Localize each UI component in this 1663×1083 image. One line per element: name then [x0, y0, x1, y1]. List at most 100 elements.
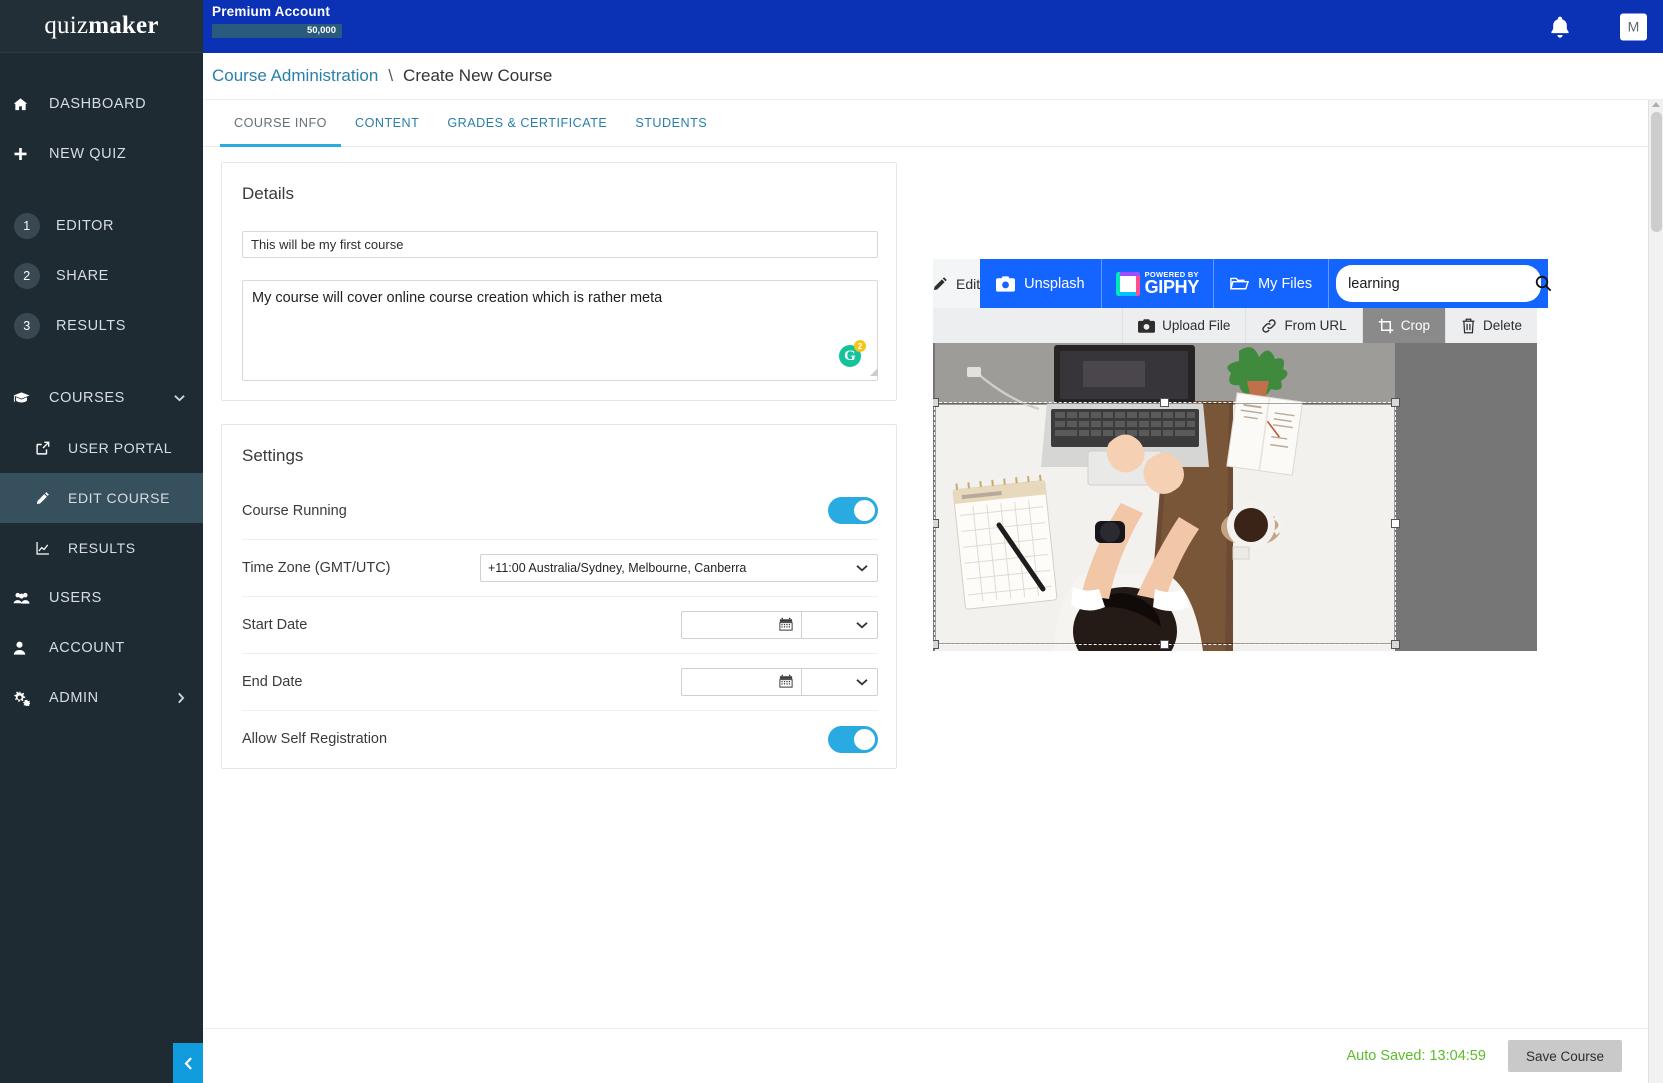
app-root: quizmaker DASHBOARD NEW QUIZ 1 EDITOR — [0, 0, 1663, 1083]
course-name-input[interactable] — [242, 231, 878, 258]
avatar[interactable]: M — [1620, 13, 1647, 40]
sidebar-item-user-portal[interactable]: USER PORTAL — [0, 423, 203, 473]
notifications-bell-icon[interactable] — [1547, 14, 1573, 40]
main-content: Course Administration \ Create New Cours… — [203, 53, 1663, 1083]
setting-row-end-date: End Date — [242, 653, 878, 710]
sidebar-item-admin[interactable]: ADMIN — [0, 673, 203, 723]
course-description-textarea[interactable] — [242, 280, 878, 381]
sidebar-item-label: ADMIN — [49, 690, 99, 706]
crop-label: Crop — [1401, 318, 1430, 333]
premium-account-label: Premium Account — [212, 4, 342, 19]
save-course-button[interactable]: Save Course — [1508, 1040, 1622, 1072]
sidebar-item-edit-course[interactable]: EDIT COURSE — [0, 473, 203, 523]
tab-label: CONTENT — [355, 116, 419, 130]
scrollbar-thumb[interactable] — [1651, 112, 1662, 232]
crop-handle-top-middle[interactable] — [1160, 398, 1169, 407]
brand-text: quizmaker — [44, 12, 158, 40]
edit-tab-button[interactable]: Edit — [933, 259, 980, 308]
sidebar-item-editor[interactable]: 1 EDITOR — [0, 201, 203, 251]
sidebar-item-new-quiz[interactable]: NEW QUIZ — [0, 129, 203, 179]
step-number-badge: 3 — [14, 313, 40, 339]
crop-handle-bottom-right[interactable] — [1391, 640, 1400, 649]
setting-label: Allow Self Registration — [242, 731, 387, 747]
giphy-label: GIPHY — [1145, 278, 1200, 296]
premium-account-widget[interactable]: Premium Account 50,000 — [212, 4, 342, 38]
crop-handle-bottom-left[interactable] — [933, 640, 939, 649]
sidebar-item-courses[interactable]: COURSES — [0, 373, 203, 423]
sidebar-item-label: DASHBOARD — [49, 96, 146, 112]
image-source-tabs: Unsplash POWERED BY GIPHY — [980, 259, 1548, 308]
step-number-badge: 2 — [14, 263, 40, 289]
scroll-up-arrow-icon[interactable] — [1652, 102, 1660, 107]
crop-handle-top-left[interactable] — [933, 398, 939, 407]
allow-self-registration-toggle[interactable] — [828, 726, 878, 753]
start-time-select[interactable] — [801, 611, 878, 639]
auto-saved-status: Auto Saved: 13:04:59 — [1346, 1048, 1485, 1064]
crop-handle-middle-left[interactable] — [933, 519, 939, 528]
setting-row-start-date: Start Date — [242, 596, 878, 653]
sidebar-item-users[interactable]: USERS — [0, 573, 203, 623]
breadcrumb-root-link[interactable]: Course Administration — [212, 66, 378, 86]
image-search-box[interactable] — [1336, 265, 1541, 302]
grammarly-icon[interactable]: G 2 — [839, 345, 861, 367]
external-link-icon — [36, 441, 62, 455]
graduation-cap-icon — [13, 391, 43, 405]
user-icon — [13, 641, 43, 655]
page-scrollbar[interactable] — [1648, 100, 1663, 1083]
end-time-select[interactable] — [801, 668, 878, 696]
sidebar: quizmaker DASHBOARD NEW QUIZ 1 EDITOR — [0, 0, 203, 1083]
my-files-tab-label: My Files — [1258, 276, 1312, 292]
crop-handle-top-right[interactable] — [1391, 398, 1400, 407]
tab-content[interactable]: CONTENT — [341, 100, 433, 146]
sidebar-item-label: EDIT COURSE — [68, 490, 170, 506]
step-number-badge: 1 — [14, 213, 40, 239]
image-search-input[interactable] — [1348, 276, 1535, 292]
link-icon — [1261, 318, 1277, 334]
giphy-logo-icon — [1116, 272, 1140, 296]
tab-course-info[interactable]: COURSE INFO — [220, 100, 341, 146]
sidebar-item-label: COURSES — [49, 390, 125, 406]
search-icon[interactable] — [1535, 275, 1552, 292]
details-title: Details — [222, 163, 896, 204]
time-zone-select[interactable]: +11:00 Australia/Sydney, Melbourne, Canb… — [480, 554, 878, 582]
from-url-button[interactable]: From URL — [1245, 308, 1361, 343]
course-running-toggle[interactable] — [828, 497, 878, 524]
nav-spacer — [0, 179, 203, 201]
camera-icon — [1138, 319, 1155, 333]
sidebar-item-label: USERS — [49, 590, 102, 606]
textarea-resize-handle[interactable] — [870, 368, 878, 376]
sidebar-item-share[interactable]: 2 SHARE — [0, 251, 203, 301]
start-date-input[interactable] — [681, 611, 801, 639]
breadcrumb-current: Create New Course — [403, 66, 552, 86]
crop-selection[interactable] — [935, 403, 1395, 644]
sidebar-item-dashboard[interactable]: DASHBOARD — [0, 79, 203, 129]
my-files-tab-button[interactable]: My Files — [1214, 259, 1329, 308]
crop-button[interactable]: Crop — [1362, 308, 1445, 343]
setting-row-course-running: Course Running — [242, 482, 878, 539]
tab-students[interactable]: STUDENTS — [621, 100, 721, 146]
delete-button[interactable]: Delete — [1445, 308, 1537, 343]
tab-grades-certificate[interactable]: GRADES & CERTIFICATE — [433, 100, 621, 146]
image-editor-canvas[interactable] — [933, 343, 1537, 651]
sidebar-item-label: USER PORTAL — [68, 440, 172, 456]
sidebar-item-course-results[interactable]: RESULTS — [0, 523, 203, 573]
setting-label: Course Running — [242, 503, 347, 519]
sidebar-item-label: RESULTS — [68, 540, 136, 556]
tabs-bar: COURSE INFO CONTENT GRADES & CERTIFICATE… — [203, 99, 1663, 147]
grammarly-letter: G — [844, 348, 856, 365]
crop-handle-bottom-middle[interactable] — [1160, 640, 1169, 649]
brand-logo[interactable]: quizmaker — [0, 0, 203, 53]
chevron-down-icon — [856, 621, 868, 629]
sidebar-item-results[interactable]: 3 RESULTS — [0, 301, 203, 351]
upload-file-button[interactable]: Upload File — [1122, 308, 1245, 343]
calendar-icon — [779, 617, 793, 631]
upload-file-label: Upload File — [1162, 318, 1230, 333]
plus-icon — [13, 147, 43, 162]
sidebar-item-account[interactable]: ACCOUNT — [0, 623, 203, 673]
unsplash-tab-button[interactable]: Unsplash — [980, 259, 1101, 308]
crop-handle-middle-right[interactable] — [1391, 519, 1400, 528]
sidebar-item-label: EDITOR — [56, 218, 114, 234]
end-date-input[interactable] — [681, 668, 801, 696]
sidebar-collapse-button[interactable] — [173, 1043, 203, 1083]
giphy-tab-button[interactable]: POWERED BY GIPHY — [1102, 259, 1215, 308]
